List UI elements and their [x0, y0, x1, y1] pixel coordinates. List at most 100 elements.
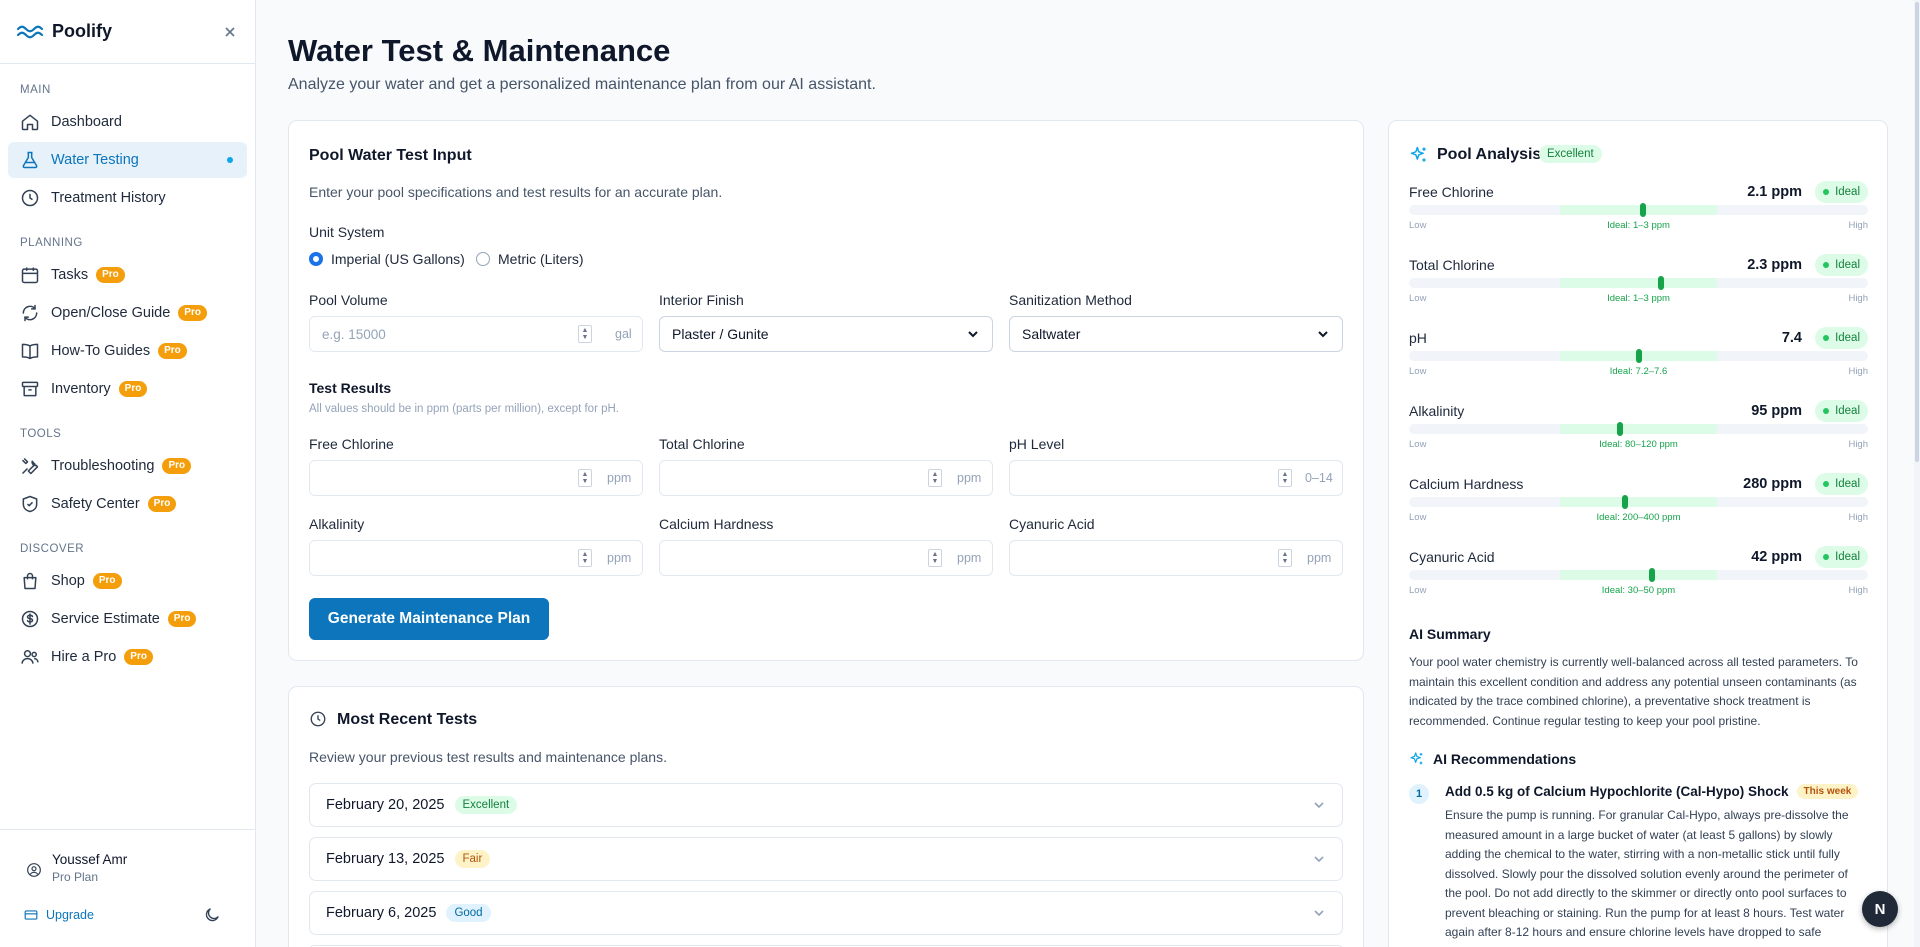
total-chlorine-input[interactable] [659, 460, 993, 496]
sidebar-item-inventory[interactable]: Inventory Pro [8, 371, 247, 407]
number-stepper[interactable]: ▲ ▼ [578, 469, 592, 487]
sidebar-item-dashboard[interactable]: Dashboard [8, 104, 247, 140]
page-title: Water Test & Maintenance [288, 33, 671, 68]
unit-option-metric[interactable]: Metric (Liters) [476, 251, 584, 267]
ai-recommendations-title: AI Recommendations [1433, 751, 1577, 767]
status-badge: Fair [454, 850, 491, 868]
sidebar-item-safety-center[interactable]: Safety Center Pro [8, 486, 247, 522]
analysis-param-row: Calcium Hardness 280 ppm Ideal Low Ideal: 20… [1409, 473, 1868, 524]
param-value: 280 ppm [1743, 476, 1802, 492]
test-date: February 20, 2025 [326, 797, 445, 813]
range-low-label: Low [1409, 366, 1427, 377]
recent-test-item[interactable]: February 6, 2025 Good [309, 891, 1343, 935]
analysis-param-row: Free Chlorine 2.1 ppm Ideal Low Ideal: 1–3 p… [1409, 181, 1868, 232]
sidebar-item-how-to-guides[interactable]: How-To Guides Pro [8, 333, 247, 369]
shield-icon [22, 495, 38, 513]
free-chlorine-input[interactable] [309, 460, 643, 496]
shopping-bag-icon [23, 572, 37, 590]
pro-badge: Pro [178, 305, 207, 321]
sparkles-icon [1410, 752, 1423, 765]
interior-finish-select[interactable]: Plaster / Gunite [659, 316, 993, 352]
alkalinity-input[interactable] [309, 540, 643, 576]
unit-suffix: ppm [957, 471, 982, 485]
cyanuric-acid-input[interactable] [1009, 540, 1343, 576]
param-value: 2.1 ppm [1747, 184, 1802, 200]
pro-badge: Pro [167, 611, 197, 627]
number-stepper[interactable]: ▲ ▼ [1278, 469, 1292, 487]
range-low-label: Low [1409, 220, 1427, 231]
ideal-range-band [1560, 205, 1717, 215]
sanitization-select[interactable]: Saltwater [1009, 316, 1343, 352]
close-sidebar-icon[interactable] [221, 23, 239, 41]
sidebar-item-water-testing[interactable]: Water Testing [8, 142, 247, 178]
range-low-label: Low [1409, 585, 1427, 596]
unit-option-imperial[interactable]: Imperial (US Gallons) [309, 251, 465, 267]
param-level-marker [1635, 349, 1642, 363]
param-status-badge: Ideal [1815, 254, 1868, 276]
sidebar-item-shop[interactable]: Shop Pro [8, 563, 247, 599]
recommendation-body: Ensure the pump is running. For granular… [1445, 808, 1849, 939]
pro-badge: Pro [118, 381, 148, 397]
generate-plan-button[interactable]: Generate Maintenance Plan [309, 598, 549, 640]
chevron-down-icon [1314, 802, 1324, 809]
number-stepper[interactable]: ▲ ▼ [578, 325, 592, 343]
ai-assistant-button[interactable]: N [1862, 891, 1898, 927]
radio-unselected[interactable] [476, 252, 490, 266]
param-status: Ideal [1835, 478, 1860, 490]
param-range-track [1409, 422, 1868, 436]
number-stepper[interactable]: ▲ ▼ [1278, 549, 1292, 567]
sidebar-item-label: Shop [51, 573, 85, 589]
ai-summary-title: AI Summary [1409, 626, 1491, 642]
clock-icon [310, 711, 326, 727]
ph-level-input[interactable] [1009, 460, 1343, 496]
user-name: Youssef Amr [52, 852, 128, 867]
ideal-range-label: Ideal: 80–120 ppm [1599, 439, 1678, 450]
dark-mode-toggle-icon[interactable] [203, 906, 221, 924]
recent-test-item[interactable]: February 20, 2025 Excellent [309, 783, 1343, 827]
page-subtitle: Analyze your water and get a personalize… [288, 76, 876, 93]
calcium-hardness-input[interactable] [659, 540, 993, 576]
analysis-param-row: Total Chlorine 2.3 ppm Ideal Low Ideal: 1–3 … [1409, 254, 1868, 305]
radio-selected[interactable] [309, 252, 323, 266]
pro-badge: Pro [147, 496, 177, 512]
upgrade-link[interactable]: Upgrade [24, 908, 94, 922]
unit-system-label: Unit System [309, 224, 385, 240]
number-stepper[interactable]: ▲ ▼ [928, 469, 942, 487]
param-status: Ideal [1835, 551, 1860, 563]
sidebar-item-label: Treatment History [51, 190, 166, 206]
sidebar-item-hire-a-pro[interactable]: Hire a Pro Pro [8, 639, 247, 675]
sidebar-item-treatment-history[interactable]: Treatment History [8, 180, 247, 216]
card-title: Most Recent Tests [337, 711, 478, 728]
param-value: 95 ppm [1751, 403, 1802, 419]
recommendation-header: Add 0.5 kg of Calcium Hypochlorite (Cal-… [1445, 784, 1859, 799]
range-low-label: Low [1409, 293, 1427, 304]
param-status: Ideal [1835, 332, 1860, 344]
sidebar-item-label: Open/Close Guide [51, 305, 171, 321]
user-profile[interactable]: Youssef Amr Pro Plan [0, 829, 255, 884]
user-plan: Pro Plan [52, 870, 99, 884]
number-stepper[interactable]: ▲ ▼ [928, 549, 942, 567]
sidebar-item-tasks[interactable]: Tasks Pro [8, 257, 247, 293]
range-high-label: High [1848, 220, 1868, 231]
pool-volume-input[interactable]: e.g. 15000 [309, 316, 643, 352]
book-icon [21, 343, 39, 360]
ideal-range-band [1560, 278, 1717, 288]
param-status: Ideal [1835, 405, 1860, 417]
pro-badge: Pro [124, 649, 153, 665]
sidebar-item-troubleshooting[interactable]: Troubleshooting Pro [8, 448, 247, 484]
sidebar-item-open-close-guide[interactable]: Open/Close Guide Pro [8, 295, 247, 331]
dollar-icon [21, 610, 39, 628]
param-value: 7.4 [1781, 330, 1802, 346]
param-status-badge: Ideal [1815, 181, 1868, 203]
number-stepper[interactable]: ▲ ▼ [578, 549, 592, 567]
ideal-range-band [1560, 497, 1717, 507]
field-label: pH Level [1009, 436, 1065, 452]
field-label: Free Chlorine [309, 436, 394, 452]
sidebar-item-service-estimate[interactable]: Service Estimate Pro [8, 601, 247, 637]
recent-test-item[interactable]: February 13, 2025 Fair [309, 837, 1343, 881]
recommendation-number: 1 [1409, 784, 1429, 804]
param-status: Ideal [1835, 186, 1860, 198]
app-name: Poolify [52, 21, 113, 41]
field-label: Calcium Hardness [659, 516, 774, 532]
scrollbar-thumb[interactable] [1915, 2, 1919, 462]
